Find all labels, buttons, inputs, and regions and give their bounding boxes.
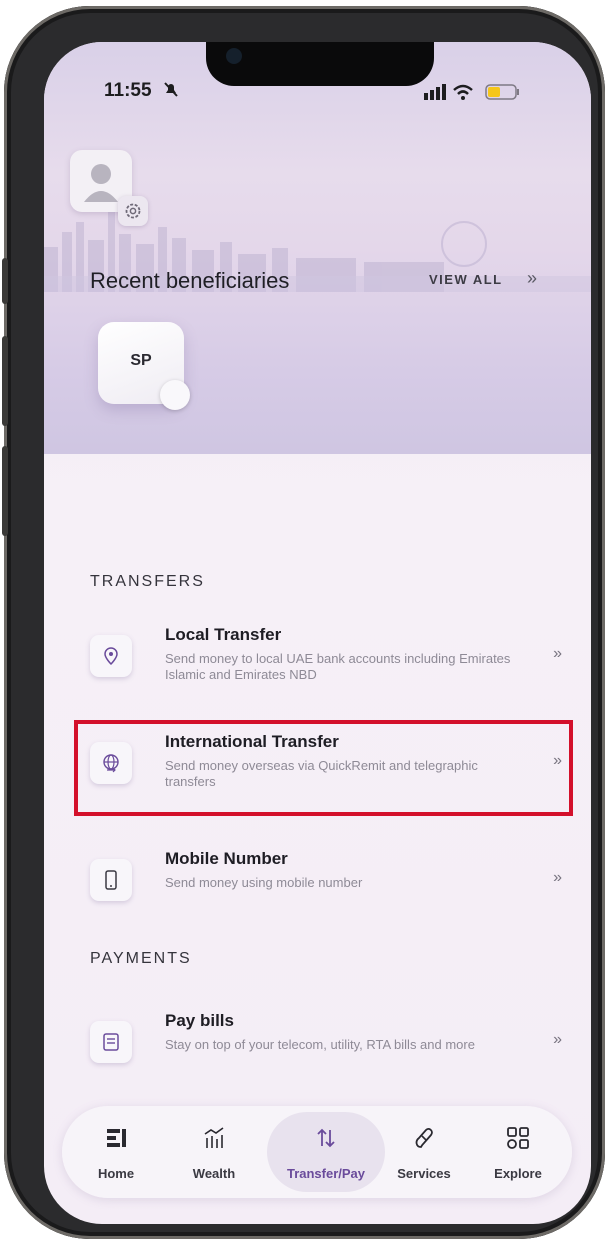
side-button [2,258,8,304]
status-time: 11:55 [104,80,152,101]
row-description: Send money using mobile number [165,875,363,890]
status-icons [424,84,519,100]
nav-wealth[interactable]: Wealth [166,1106,262,1198]
nav-transfer-pay[interactable]: Transfer/Pay [278,1106,374,1198]
bill-icon [103,1033,119,1051]
local-transfer-row[interactable]: Local Transfer Send money to local UAE b… [72,617,562,707]
chevron-right-icon: » [553,1031,562,1048]
view-all-link[interactable]: VIEW ALL [429,272,503,287]
nav-services[interactable]: Services [376,1106,472,1198]
signal-icon [424,84,446,100]
gear-icon [125,203,141,219]
beneficiary-badge [160,380,190,410]
row-title: Pay bills [165,1011,234,1030]
beneficiary-initials: SP [130,352,152,369]
side-button [2,446,8,536]
transfer-icon [317,1128,335,1148]
explore-icon [507,1127,529,1149]
row-description: Send money to local UAE bank accounts in… [165,651,511,682]
settings-button[interactable] [118,196,148,226]
wifi-icon [453,84,473,100]
nav-label: Services [397,1166,451,1181]
mobile-number-row[interactable]: Mobile Number Send money using mobile nu… [72,841,562,931]
mobile-phone-icon [105,870,117,890]
phone-frame: 11:55 Recent beneficiaries VIEW ALL » SP… [2,6,605,1239]
recent-beneficiaries-title: Recent beneficiaries [90,268,290,293]
home-icon [107,1129,126,1147]
transfers-section-title: TRANSFERS [90,573,205,590]
nav-home[interactable]: Home [68,1106,164,1198]
nav-label: Home [97,1166,135,1181]
row-description: Stay on top of your telecom, utility, RT… [165,1037,475,1052]
row-title: Local Transfer [165,625,282,644]
nav-label: Transfer/Pay [286,1166,366,1181]
location-pin-icon [104,647,118,666]
pay-bills-row[interactable]: Pay bills Stay on top of your telecom, u… [72,1003,562,1093]
chevron-right-icon: » [553,645,562,662]
wealth-icon [204,1127,224,1148]
battery-icon [485,84,519,100]
nav-label: Explore [494,1166,542,1181]
payments-section-title: PAYMENTS [90,950,192,967]
highlight-box [74,720,573,816]
nav-label: Wealth [192,1166,236,1181]
app-screen: 11:55 Recent beneficiaries VIEW ALL » SP… [44,42,591,1224]
side-button [2,336,8,426]
chevron-right-icon: » [553,869,562,886]
nav-explore[interactable]: Explore [470,1106,566,1198]
services-icon [415,1128,433,1148]
status-bar: 11:55 [44,74,591,104]
chevron-right-icon[interactable]: » [527,268,537,289]
bottom-nav-bar: Home Wealth Transfer/Pay Services Explor… [62,1106,572,1198]
row-title: Mobile Number [165,849,288,868]
bell-mute-icon [164,82,178,97]
